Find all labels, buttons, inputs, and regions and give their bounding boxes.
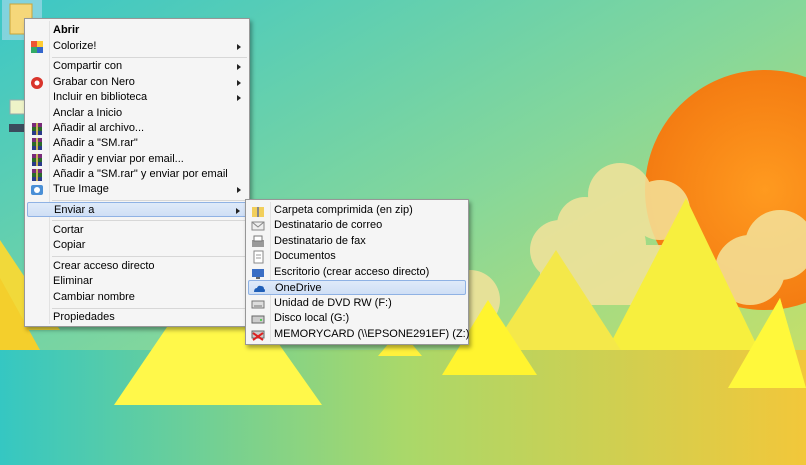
menu-item-label: Propiedades [53,311,115,323]
menu-item-label: Incluir en biblioteca [53,91,148,103]
context-menu-item-colorize[interactable]: Colorize! [27,39,247,54]
fax-icon [251,235,265,249]
context-menu-item-a-adir-a-sm-rar-y-enviar-por-email[interactable]: Añadir a "SM.rar" y enviar por email [27,167,247,182]
context-menu-item-copiar[interactable]: Copiar [27,238,247,253]
send-to-item-onedrive[interactable]: OneDrive [248,280,466,295]
send-to-item-carpeta-comprimida-en-zip[interactable]: Carpeta comprimida (en zip) [248,203,466,218]
context-menu-item-grabar-con-nero[interactable]: Grabar con Nero [27,75,247,90]
menu-separator [52,308,247,309]
menu-item-label: Unidad de DVD RW (F:) [274,297,392,309]
menu-item-label: Carpeta comprimida (en zip) [274,204,413,216]
send-to-item-memorycard-epsone291ef-z[interactable]: MEMORYCARD (\\EPSONE291EF) (Z:) [248,327,470,342]
context-menu-item-eliminar[interactable]: Eliminar [27,274,247,289]
colorize-icon [30,40,44,54]
true-image-icon [30,183,44,197]
menu-separator [52,57,247,58]
submenu-arrow-icon [237,95,241,101]
context-menu-item-cortar[interactable]: Cortar [27,223,247,238]
menu-item-label: Destinatario de correo [274,219,383,231]
menu-item-label: Cortar [53,224,84,236]
context-menu-item-a-adir-y-enviar-por-email[interactable]: Añadir y enviar por email... [27,152,247,167]
menu-item-label: Añadir y enviar por email... [53,153,184,165]
send-to-item-unidad-de-dvd-rw-f[interactable]: Unidad de DVD RW (F:) [248,296,466,311]
context-menu-item-incluir-en-biblioteca[interactable]: Incluir en biblioteca [27,90,247,105]
context-menu-item-abrir[interactable]: Abrir [27,23,247,38]
menu-item-label: Grabar con Nero [53,76,135,88]
submenu-arrow-icon [237,44,241,50]
menu-separator [52,220,247,221]
onedrive-icon [252,282,266,296]
desktop-icon [251,266,265,280]
documents-icon [251,250,265,264]
nero-icon [30,76,44,90]
context-menu-item-enviar-a[interactable]: Enviar a [27,202,247,217]
send-to-item-destinatario-de-fax[interactable]: Destinatario de fax [248,234,466,249]
send-to-item-escritorio-crear-acceso-directo[interactable]: Escritorio (crear acceso directo) [248,265,466,280]
menu-separator [52,200,247,201]
context-menu-item-a-adir-al-archivo[interactable]: Añadir al archivo... [27,121,247,136]
winrar-icon [30,137,44,151]
menu-item-label: MEMORYCARD (\\EPSONE291EF) (Z:) [274,328,470,340]
dvd-drive-icon [251,297,265,311]
winrar-icon [30,153,44,167]
context-menu: Abrir Colorize! Compartir con Grabar con Ne… [24,18,250,327]
menu-item-label: Escritorio (crear acceso directo) [274,266,430,278]
submenu-arrow-icon [237,80,241,86]
menu-item-label: Abrir [53,24,80,36]
context-menu-item-compartir-con[interactable]: Compartir con [27,59,247,74]
menu-item-label: Copiar [53,239,86,251]
context-menu-item-true-image[interactable]: True Image [27,182,247,197]
submenu-arrow-icon [237,187,241,193]
network-drive-icon [251,328,265,342]
zip-folder-icon [251,204,265,218]
menu-item-label: Enviar a [54,204,95,216]
send-to-item-disco-local-g[interactable]: Disco local (G:) [248,311,466,326]
mail-icon [251,219,265,233]
winrar-icon [30,168,44,182]
local-disk-icon [251,312,265,326]
context-menu-item-anclar-a-inicio[interactable]: Anclar a Inicio [27,106,247,121]
menu-item-label: Crear acceso directo [53,260,155,272]
context-menu-item-propiedades[interactable]: Propiedades [27,310,247,325]
menu-item-label: Destinatario de fax [274,235,366,247]
context-menu-item-cambiar-nombre[interactable]: Cambiar nombre [27,290,247,305]
menu-item-label: Añadir a "SM.rar" [53,137,138,149]
menu-item-label: Anclar a Inicio [53,107,123,119]
send-to-submenu: Carpeta comprimida (en zip) Destinatario … [245,199,469,345]
menu-item-label: Compartir con [53,60,123,72]
menu-item-label: Colorize! [53,40,97,52]
send-to-item-destinatario-de-correo[interactable]: Destinatario de correo [248,218,466,233]
submenu-arrow-icon [236,208,240,214]
menu-item-label: Añadir al archivo... [53,122,145,134]
winrar-icon [30,122,44,136]
menu-item-label: Añadir a "SM.rar" y enviar por email [53,168,228,180]
menu-item-label: Disco local (G:) [274,312,350,324]
menu-item-label: True Image [53,183,109,195]
submenu-arrow-icon [237,64,241,70]
send-to-item-documentos[interactable]: Documentos [248,249,466,264]
menu-separator [52,256,247,257]
menu-item-label: Cambiar nombre [53,291,135,303]
context-menu-item-crear-acceso-directo[interactable]: Crear acceso directo [27,259,247,274]
menu-item-label: OneDrive [275,282,322,294]
menu-item-label: Eliminar [53,275,93,287]
menu-item-label: Documentos [274,250,336,262]
context-menu-item-a-adir-a-sm-rar[interactable]: Añadir a "SM.rar" [27,136,247,151]
